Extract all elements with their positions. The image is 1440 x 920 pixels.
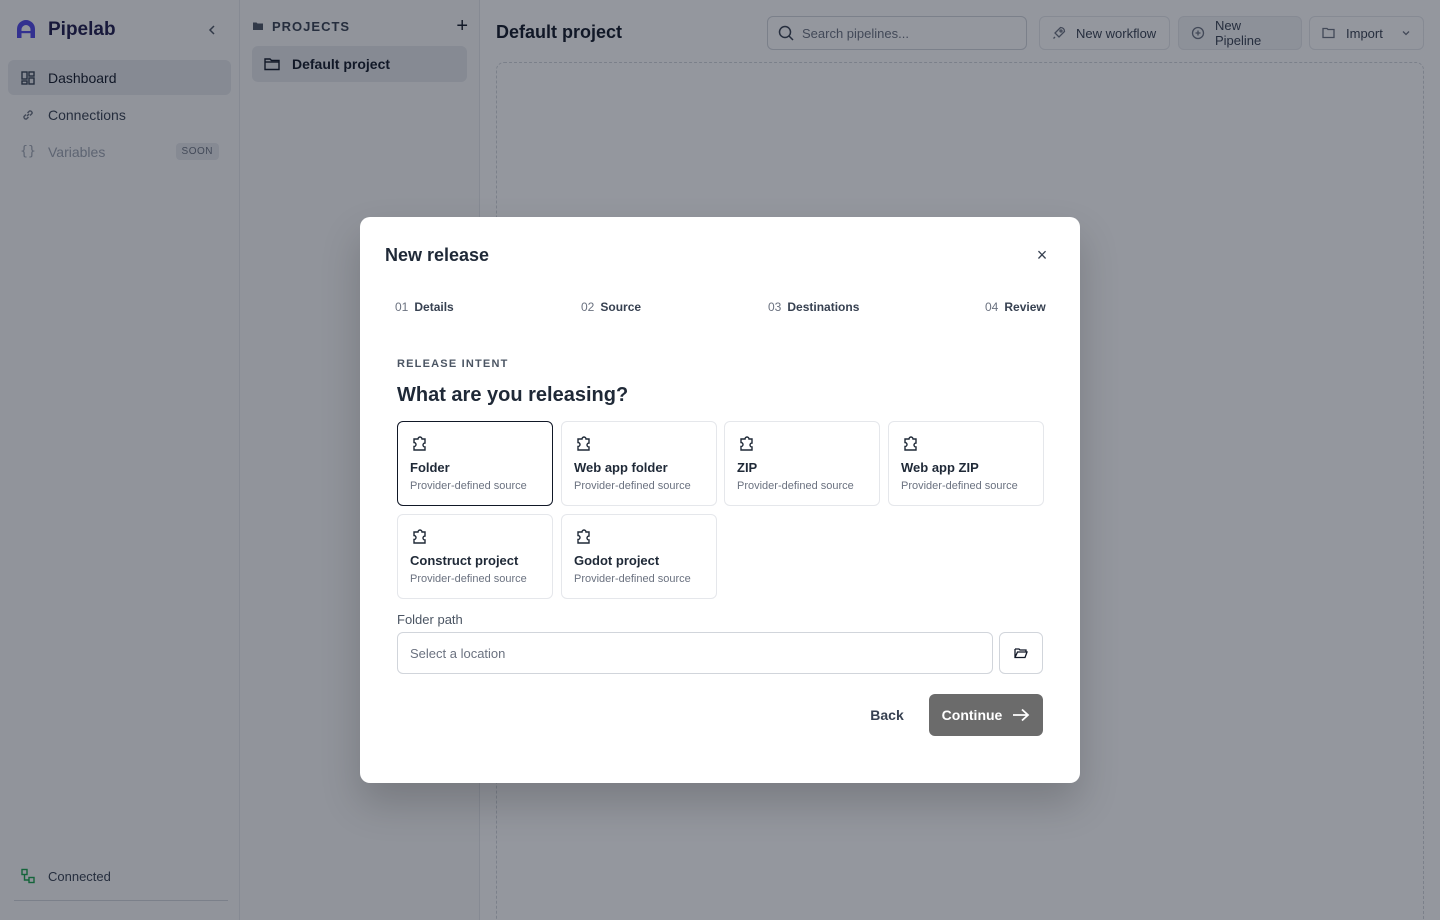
option-title: Godot project <box>574 553 660 568</box>
puzzle-icon <box>904 436 917 451</box>
section-label: RELEASE INTENT <box>397 358 509 370</box>
new-release-dialog: New release × 01 Details 02 Source 03 Desti… <box>360 217 1080 783</box>
option-subtitle: Provider-defined source <box>901 480 1018 492</box>
step-label: Details <box>414 300 454 314</box>
step-destinations[interactable]: 03 Destinations <box>768 300 859 314</box>
close-button[interactable]: × <box>1032 245 1052 265</box>
puzzle-icon <box>740 436 753 451</box>
folder-path-label: Folder path <box>397 612 463 627</box>
step-details[interactable]: 01 Details <box>395 300 454 314</box>
option-subtitle: Provider-defined source <box>410 480 527 492</box>
step-review[interactable]: 04 Review <box>985 300 1046 314</box>
step-number: 03 <box>768 300 782 314</box>
browse-folder-button[interactable] <box>999 632 1043 674</box>
option-card-web-app-zip[interactable]: Web app ZIP Provider-defined source <box>888 421 1044 506</box>
option-card-web-app-folder[interactable]: Web app folder Provider-defined source <box>561 421 717 506</box>
option-title: ZIP <box>737 460 758 475</box>
puzzle-icon <box>413 436 426 451</box>
puzzle-icon <box>413 529 426 544</box>
section-heading: What are you releasing? <box>397 384 629 406</box>
option-card-folder[interactable]: Folder Provider-defined source <box>397 421 553 506</box>
puzzle-icon <box>577 436 590 451</box>
step-number: 04 <box>985 300 999 314</box>
arrow-right-icon <box>1013 708 1030 722</box>
folder-path-input[interactable] <box>397 632 993 674</box>
close-icon: × <box>1036 244 1048 265</box>
continue-button[interactable]: Continue <box>929 694 1043 736</box>
option-subtitle: Provider-defined source <box>410 573 527 585</box>
step-number: 01 <box>395 300 409 314</box>
puzzle-icon <box>577 529 590 544</box>
step-number: 02 <box>581 300 595 314</box>
option-subtitle: Provider-defined source <box>574 480 691 492</box>
option-subtitle: Provider-defined source <box>737 480 854 492</box>
step-label: Destinations <box>787 300 860 314</box>
continue-label: Continue <box>941 707 1003 723</box>
step-label: Source <box>600 300 642 314</box>
option-card-zip[interactable]: ZIP Provider-defined source <box>724 421 880 506</box>
option-card-godot-project[interactable]: Godot project Provider-defined source <box>561 514 717 599</box>
folder-open-icon <box>1014 648 1028 659</box>
option-title: Web app ZIP <box>901 460 979 475</box>
option-title: Folder <box>410 460 450 475</box>
step-label: Review <box>1004 300 1046 314</box>
option-subtitle: Provider-defined source <box>574 573 691 585</box>
option-card-construct-project[interactable]: Construct project Provider-defined sourc… <box>397 514 553 599</box>
step-source[interactable]: 02 Source <box>581 300 641 314</box>
back-button[interactable]: Back <box>857 694 917 736</box>
option-title: Construct project <box>410 553 519 568</box>
dialog-title: New release <box>385 245 490 265</box>
option-title: Web app folder <box>574 460 668 475</box>
